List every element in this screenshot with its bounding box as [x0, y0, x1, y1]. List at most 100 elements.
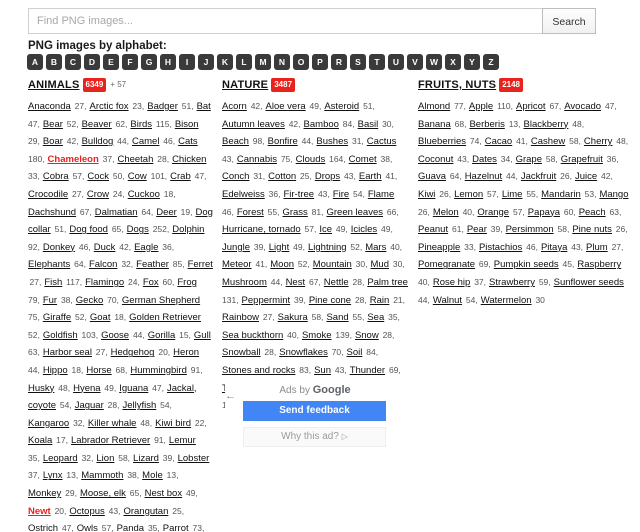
alphabet-key-u[interactable]: U — [388, 54, 404, 70]
search-button[interactable]: Search — [542, 8, 596, 34]
category-item-link[interactable]: Golden Retriever — [129, 312, 201, 323]
category-item-link[interactable]: Guava — [418, 171, 446, 182]
category-item-link[interactable]: Mushroom — [222, 277, 267, 288]
category-item-link[interactable]: Autumn leaves — [222, 119, 285, 130]
category-item-link[interactable]: Mango — [599, 189, 628, 200]
category-item-link[interactable]: Jungle — [222, 242, 250, 253]
alphabet-key-y[interactable]: Y — [464, 54, 480, 70]
category-item-link[interactable]: Walnut — [433, 295, 462, 306]
category-item-link[interactable]: Cuckoo — [128, 189, 160, 200]
category-item-link[interactable]: Acorn — [222, 101, 247, 112]
category-item-link[interactable]: Avocado — [564, 101, 601, 112]
category-item-link[interactable]: Apple — [469, 101, 493, 112]
alphabet-key-l[interactable]: L — [236, 54, 252, 70]
category-item-link[interactable]: Hazelnut — [465, 171, 503, 182]
category-item-link[interactable]: Crocodile — [28, 189, 68, 200]
category-item-link[interactable]: Ostrich — [28, 523, 58, 532]
category-item-link[interactable]: Jellyfish — [122, 400, 156, 411]
alphabet-key-e[interactable]: E — [103, 54, 119, 70]
category-item-link[interactable]: Hyena — [73, 383, 100, 394]
alphabet-key-a[interactable]: A — [27, 54, 43, 70]
category-item-link[interactable]: Almond — [418, 101, 450, 112]
category-item-link[interactable]: Dates — [472, 154, 497, 165]
search-input[interactable] — [28, 8, 542, 34]
category-item-link[interactable]: Pomegranate — [418, 259, 475, 270]
category-item-link[interactable]: Badger — [147, 101, 178, 112]
category-item-link[interactable]: Bamboo — [304, 119, 339, 130]
category-item-link[interactable]: Clouds — [296, 154, 326, 165]
category-item-link[interactable]: Cherry — [584, 136, 613, 147]
alphabet-key-w[interactable]: W — [426, 54, 442, 70]
category-item-link[interactable]: Palm tree — [367, 277, 408, 288]
alphabet-key-i[interactable]: I — [179, 54, 195, 70]
category-item-link[interactable]: Cacao — [485, 136, 512, 147]
category-item-link[interactable]: Cannabis — [237, 154, 277, 165]
category-item-link[interactable]: Dogs — [127, 224, 149, 235]
category-item-link[interactable]: Light — [269, 242, 290, 253]
category-item-link[interactable]: Persimmon — [506, 224, 554, 235]
alphabet-key-p[interactable]: P — [312, 54, 328, 70]
alphabet-key-f[interactable]: F — [122, 54, 138, 70]
category-item-link[interactable]: Moon — [270, 259, 294, 270]
category-item-link[interactable]: Monkey — [28, 488, 61, 499]
category-item-link[interactable]: Fish — [44, 277, 62, 288]
category-item-link[interactable]: Mountain — [313, 259, 352, 270]
category-item-link[interactable]: German Shepherd — [122, 295, 200, 306]
alphabet-key-n[interactable]: N — [274, 54, 290, 70]
category-item-link[interactable]: Anaconda — [28, 101, 71, 112]
category-item-link[interactable]: Bear — [43, 119, 63, 130]
category-item-link[interactable]: Mandarin — [541, 189, 581, 200]
category-item-link[interactable]: Parrot — [163, 523, 189, 532]
category-item-link[interactable]: Pitaya — [541, 242, 567, 253]
category-item-link[interactable]: Lizard — [133, 453, 159, 464]
category-item-link[interactable]: Peppermint — [242, 295, 291, 306]
category-item-link[interactable]: Mole — [142, 470, 163, 481]
category-item-link[interactable]: Blueberries — [418, 136, 466, 147]
category-item-link[interactable]: Boar — [43, 136, 63, 147]
category-item-link[interactable]: Sakura — [278, 312, 308, 323]
category-item-link[interactable]: Grape — [516, 154, 542, 165]
category-item-link[interactable]: Jaguar — [75, 400, 104, 411]
category-item-link[interactable]: Pear — [467, 224, 487, 235]
category-item-link[interactable]: Kangaroo — [28, 418, 69, 429]
category-item-link[interactable]: Mud — [371, 259, 389, 270]
category-item-link[interactable]: Peach — [579, 207, 606, 218]
category-item-link[interactable]: Beaver — [82, 119, 112, 130]
category-item-link[interactable]: Gull — [194, 330, 211, 341]
category-item-link[interactable]: Fir-tree — [283, 189, 314, 200]
category-item-link[interactable]: Birds — [130, 119, 152, 130]
category-item-link[interactable]: Bushes — [316, 136, 348, 147]
category-item-link[interactable]: Koala — [28, 435, 52, 446]
category-item-link[interactable]: Rainbow — [222, 312, 259, 323]
category-item-link[interactable]: Nettle — [324, 277, 349, 288]
alphabet-key-b[interactable]: B — [46, 54, 62, 70]
category-item-link[interactable]: Goldfish — [43, 330, 78, 341]
alphabet-key-h[interactable]: H — [160, 54, 176, 70]
category-item-link[interactable]: Lion — [96, 453, 114, 464]
category-item-link[interactable]: Killer whale — [88, 418, 137, 429]
category-item-link[interactable]: Watermelon — [481, 295, 532, 306]
category-item-link[interactable]: Jackfruit — [521, 171, 556, 182]
category-item-link[interactable]: Cotton — [268, 171, 296, 182]
category-item-link[interactable]: Hedgehog — [111, 347, 155, 358]
category-item-link[interactable]: Feather — [136, 259, 169, 270]
category-item-link[interactable]: Pine nuts — [572, 224, 612, 235]
category-item-link[interactable]: Kiwi bird — [155, 418, 191, 429]
category-item-link[interactable]: Nest — [286, 277, 306, 288]
category-item-link[interactable]: Leopard — [43, 453, 78, 464]
category-item-link[interactable]: Moose, elk — [80, 488, 126, 499]
category-item-link[interactable]: Drops — [315, 171, 340, 182]
category-item-link[interactable]: Thunder — [350, 365, 385, 376]
category-item-link[interactable]: Banana — [418, 119, 451, 130]
category-item-link[interactable]: Smoke — [302, 330, 332, 341]
alphabet-key-v[interactable]: V — [407, 54, 423, 70]
category-item-link[interactable]: Husky — [28, 383, 54, 394]
category-item-link[interactable]: Raspberry — [577, 259, 621, 270]
category-item-link[interactable]: Owls — [77, 523, 98, 532]
category-item-link[interactable]: Fire — [333, 189, 349, 200]
category-item-link[interactable]: Stones and rocks — [222, 365, 295, 376]
category-item-link[interactable]: Bonfire — [268, 136, 298, 147]
alphabet-key-m[interactable]: M — [255, 54, 271, 70]
category-item-link[interactable]: Pistachios — [479, 242, 522, 253]
category-item-link[interactable]: Berberis — [469, 119, 504, 130]
